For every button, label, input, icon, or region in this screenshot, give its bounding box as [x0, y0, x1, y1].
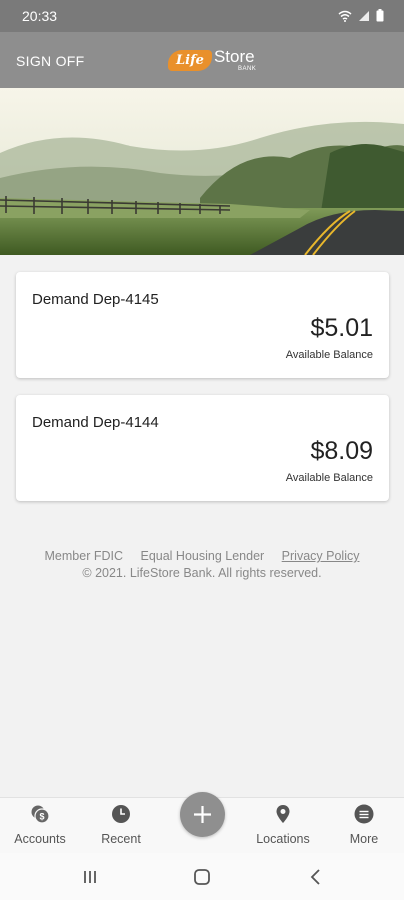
back-icon[interactable] [304, 865, 328, 889]
logo-store-text: Store [213, 47, 255, 66]
member-fdic-text: Member FDIC [44, 549, 123, 563]
balance-caption: Available Balance [285, 472, 373, 484]
logo-bank-text: BANK [237, 66, 257, 72]
account-card[interactable]: Demand Dep-4145 $5.01 Available Balance [16, 272, 389, 378]
footer: Member FDIC Equal Housing Lender Privacy… [0, 548, 404, 582]
nav-label: Locations [256, 832, 310, 846]
clock-icon [112, 805, 130, 823]
location-pin-icon [276, 805, 290, 823]
status-bar: 20:33 [0, 0, 404, 32]
nav-accounts[interactable]: $ Accounts [0, 798, 80, 854]
nav-locations[interactable]: Locations [243, 798, 323, 854]
nav-recent[interactable]: Recent [81, 798, 161, 854]
account-name: Demand Dep-4145 [32, 291, 159, 308]
accounts-coin-icon: $ [31, 805, 50, 824]
equal-housing-text: Equal Housing Lender [140, 549, 265, 563]
nav-label: More [349, 832, 379, 846]
privacy-policy-link[interactable]: Privacy Policy [282, 549, 360, 563]
nav-label: Accounts [14, 832, 66, 846]
account-balance: $5.01 [310, 314, 373, 342]
menu-icon [354, 804, 374, 824]
plus-icon [194, 806, 211, 823]
status-icons [338, 9, 384, 22]
hero-landscape-image [0, 88, 404, 255]
copyright-text: © 2021. LifeStore Bank. All rights reser… [82, 566, 322, 580]
account-balance: $8.09 [310, 437, 373, 465]
add-button[interactable] [180, 792, 225, 837]
nav-more[interactable]: More [324, 798, 404, 854]
battery-icon [376, 9, 384, 22]
account-name: Demand Dep-4144 [32, 414, 159, 431]
wifi-icon [338, 10, 352, 22]
home-icon[interactable] [190, 865, 214, 889]
sign-off-button[interactable]: SIGN OFF [16, 53, 85, 69]
logo-life-text: Life [168, 49, 212, 71]
signal-icon [359, 10, 369, 21]
lifestore-logo: Life Store BANK [168, 45, 256, 75]
account-card[interactable]: Demand Dep-4144 $8.09 Available Balance [16, 395, 389, 501]
svg-text:$: $ [39, 812, 44, 822]
recent-apps-icon[interactable] [78, 865, 102, 889]
status-time: 20:33 [22, 8, 58, 24]
balance-caption: Available Balance [285, 349, 373, 361]
app-header: SIGN OFF Life Store BANK [0, 32, 404, 88]
system-nav-bar [0, 853, 404, 900]
nav-label: Recent [101, 832, 141, 846]
